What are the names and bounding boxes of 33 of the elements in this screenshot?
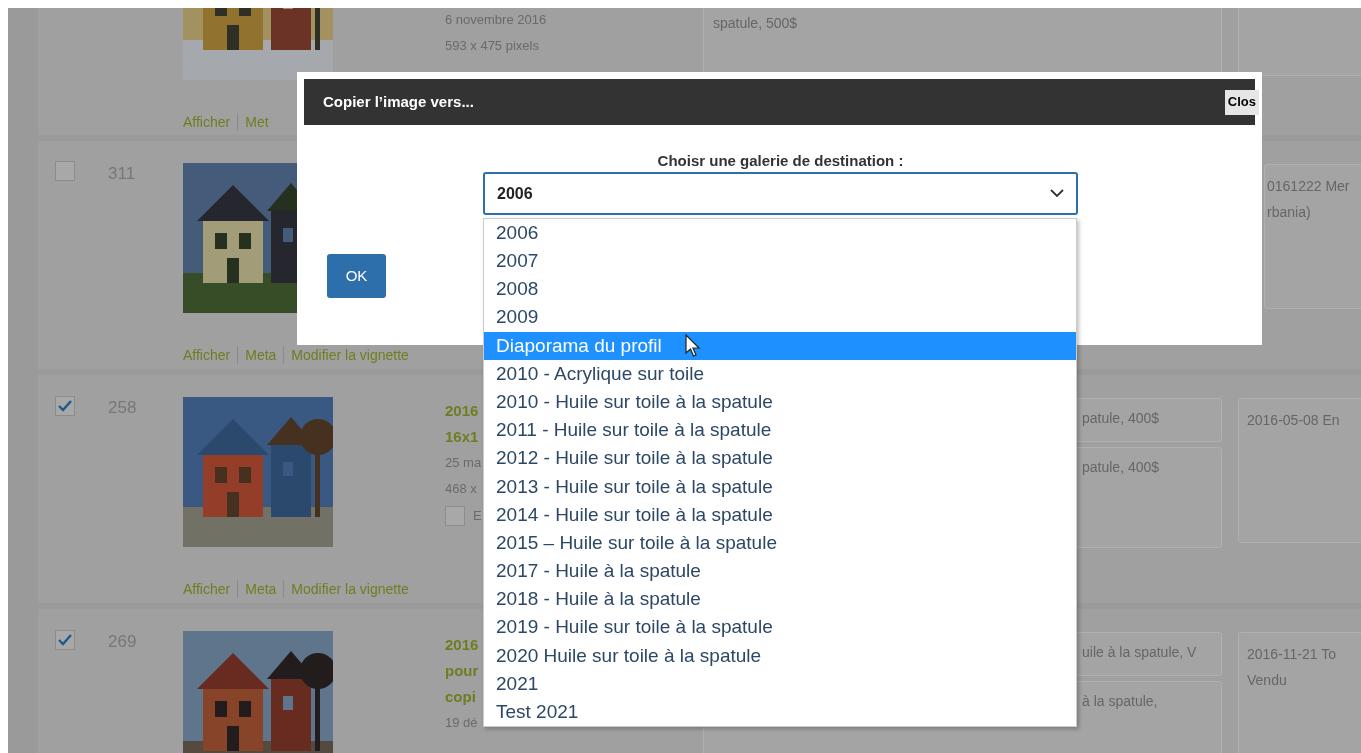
- dropdown-option[interactable]: 2018 - Huile à la spatule: [484, 585, 1076, 614]
- dropdown-option[interactable]: 2013 - Huile sur toile à la spatule: [484, 472, 1076, 501]
- dropdown-option[interactable]: 2020 Huile sur toile à la spatule: [484, 641, 1076, 670]
- dropdown-option[interactable]: 2006: [484, 219, 1076, 248]
- cursor-icon: [685, 334, 701, 358]
- dropdown-option[interactable]: 2010 - Huile sur toile à la spatule: [484, 388, 1076, 417]
- dropdown-option[interactable]: 2015 – Huile sur toile à la spatule: [484, 529, 1076, 558]
- dropdown-option[interactable]: 2010 - Acrylique sur toile: [484, 359, 1076, 389]
- checkbox[interactable]: [445, 505, 465, 526]
- ok-button[interactable]: OK: [327, 254, 386, 298]
- chevron-icon: [1050, 189, 1064, 198]
- image-title: pour: [445, 661, 479, 681]
- checkbox[interactable]: [55, 630, 75, 650]
- dropdown-option[interactable]: 2011 - Huile sur toile à la spatule: [484, 416, 1076, 445]
- checkbox[interactable]: [55, 161, 75, 181]
- dropdown-option[interactable]: 2008: [484, 275, 1076, 304]
- dropdown-option[interactable]: 2017 - Huile à la spatule: [484, 557, 1076, 586]
- dropdown-option[interactable]: 2019 - Huile sur toile à la spatule: [484, 613, 1076, 642]
- dropdown-option[interactable]: 2012 - Huile sur toile à la spatule: [484, 444, 1076, 473]
- image-title: 2016: [445, 635, 479, 655]
- image-title: 16x1: [445, 427, 479, 447]
- image-title: 2016: [445, 401, 479, 421]
- close-button[interactable]: Clos: [1224, 89, 1259, 115]
- gallery-select[interactable]: 2006: [483, 172, 1078, 215]
- select-label: Choisr une galerie de destination :: [657, 151, 904, 170]
- checkbox[interactable]: [55, 396, 75, 416]
- dropdown-option[interactable]: 2007: [484, 247, 1076, 276]
- dropdown-option[interactable]: 2014 - Huile sur toile à la spatule: [484, 500, 1076, 530]
- dropdown-option[interactable]: Test 2021: [484, 698, 1076, 727]
- dropdown-option[interactable]: 2021: [484, 670, 1076, 699]
- dropdown-option[interactable]: 2009: [484, 303, 1076, 332]
- image-title: copi: [445, 687, 476, 707]
- dialog-title: Copier l’image vers...: [323, 91, 474, 112]
